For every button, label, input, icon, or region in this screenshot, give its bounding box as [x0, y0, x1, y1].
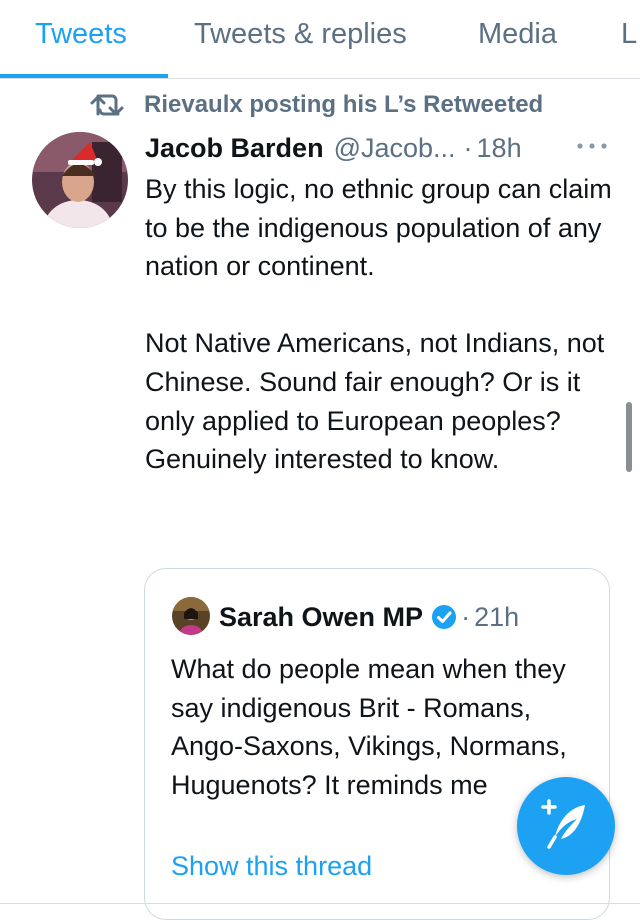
compose-tweet-icon	[541, 799, 585, 849]
quoted-timestamp: 21h	[474, 601, 520, 632]
more-icon[interactable]	[575, 136, 609, 156]
tweet-paragraph: Not Native Americans, not Indians, not C…	[145, 328, 605, 475]
scrollbar[interactable]	[626, 402, 632, 472]
quoted-avatar	[172, 597, 210, 635]
tab-tweets-and-replies[interactable]: Tweets & replies	[194, 18, 407, 51]
avatar-image	[32, 132, 128, 228]
retweet-icon	[90, 94, 124, 116]
quoted-text: What do people mean when they say indige…	[171, 650, 601, 804]
quoted-separator: ·	[461, 601, 471, 632]
quoted-paragraph: What do people mean when they say indige…	[171, 654, 567, 800]
profile-tabs: Tweets Tweets & replies Media L	[0, 0, 640, 79]
tweet-paragraph: By this logic, no ethnic group can claim…	[145, 174, 612, 282]
tab-media[interactable]: Media	[478, 18, 557, 51]
compose-tweet-button[interactable]	[517, 777, 615, 875]
tweet-header: Jacob Barden @Jacob... · 18h	[145, 130, 522, 166]
header-separator: ·	[463, 132, 473, 163]
tweet-text: By this logic, no ethnic group can claim…	[145, 170, 620, 479]
author-handle[interactable]: @Jacob...	[334, 133, 456, 164]
tab-tweets[interactable]: Tweets	[35, 18, 127, 51]
quoted-avatar-image	[172, 597, 210, 635]
show-thread-link[interactable]: Show this thread	[171, 851, 372, 882]
retweet-context[interactable]: Rievaulx posting his L’s Retweeted	[90, 88, 543, 122]
bottom-divider	[0, 903, 640, 904]
avatar[interactable]	[32, 132, 128, 228]
tweet-timestamp[interactable]: 18h	[477, 133, 522, 164]
tab-likes[interactable]: L	[621, 18, 637, 51]
quoted-header: Sarah Owen MP · 21h	[219, 597, 519, 637]
verified-icon	[432, 605, 457, 629]
author-name[interactable]: Jacob Barden	[145, 133, 324, 164]
quoted-author-name: Sarah Owen MP	[219, 601, 424, 632]
retweet-context-label: Rievaulx posting his L’s Retweeted	[144, 91, 544, 118]
active-tab-indicator	[0, 74, 168, 78]
